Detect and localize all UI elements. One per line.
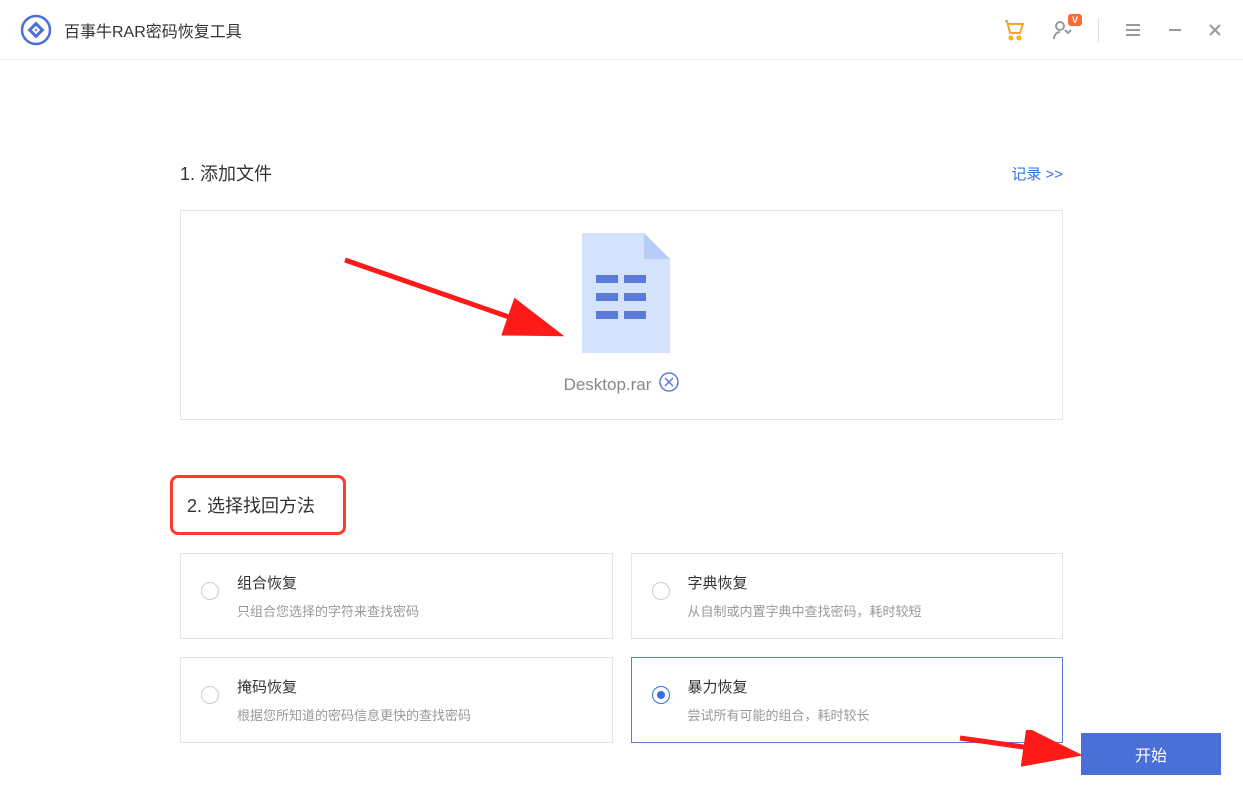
methods-grid: 组合恢复 只组合您选择的字符来查找密码 字典恢复 从自制或内置字典中查找密码，耗… [180,553,1063,743]
header-actions: V [1002,18,1223,42]
minimize-icon[interactable] [1167,22,1183,38]
start-button[interactable]: 开始 [1081,733,1221,775]
method-title: 暴力恢复 [688,676,1043,697]
user-badge: V [1068,14,1082,26]
radio-icon [201,582,219,600]
cart-icon[interactable] [1002,18,1026,42]
method-desc: 尝试所有可能的组合，耗时较长 [688,705,1043,724]
user-icon[interactable]: V [1050,18,1074,42]
app-title: 百事牛RAR密码恢复工具 [64,18,1002,42]
method-combination[interactable]: 组合恢复 只组合您选择的字符来查找密码 [180,553,613,639]
app-logo [20,14,52,46]
method-bruteforce[interactable]: 暴力恢复 尝试所有可能的组合，耗时较长 [631,657,1064,743]
method-mask[interactable]: 掩码恢复 根据您所知道的密码信息更快的查找密码 [180,657,613,743]
main-content: 1. 添加文件 记录 >> Desktop.rar [0,60,1243,743]
radio-icon [652,582,670,600]
method-desc: 从自制或内置字典中查找密码，耗时较短 [688,601,1043,620]
section1-header: 1. 添加文件 记录 >> [180,160,1063,186]
file-icon [574,233,670,358]
divider [1098,18,1099,42]
file-name: Desktop.rar [564,375,652,395]
method-title: 字典恢复 [688,572,1043,593]
radio-icon [652,686,670,704]
records-link[interactable]: 记录 >> [1011,163,1063,184]
method-title: 组合恢复 [237,572,592,593]
method-desc: 只组合您选择的字符来查找密码 [237,601,592,620]
close-icon[interactable] [1207,22,1223,38]
method-title: 掩码恢复 [237,676,592,697]
remove-file-icon[interactable] [659,372,679,397]
section2-title: 2. 选择找回方法 [187,492,315,518]
menu-icon[interactable] [1123,20,1143,40]
file-name-row: Desktop.rar [564,372,680,397]
method-dictionary[interactable]: 字典恢复 从自制或内置字典中查找密码，耗时较短 [631,553,1064,639]
method-desc: 根据您所知道的密码信息更快的查找密码 [237,705,592,724]
section2-title-highlight: 2. 选择找回方法 [170,475,346,535]
radio-icon [201,686,219,704]
file-drop-area[interactable]: Desktop.rar [180,210,1063,420]
app-header: 百事牛RAR密码恢复工具 V [0,0,1243,60]
section1-title: 1. 添加文件 [180,160,272,186]
